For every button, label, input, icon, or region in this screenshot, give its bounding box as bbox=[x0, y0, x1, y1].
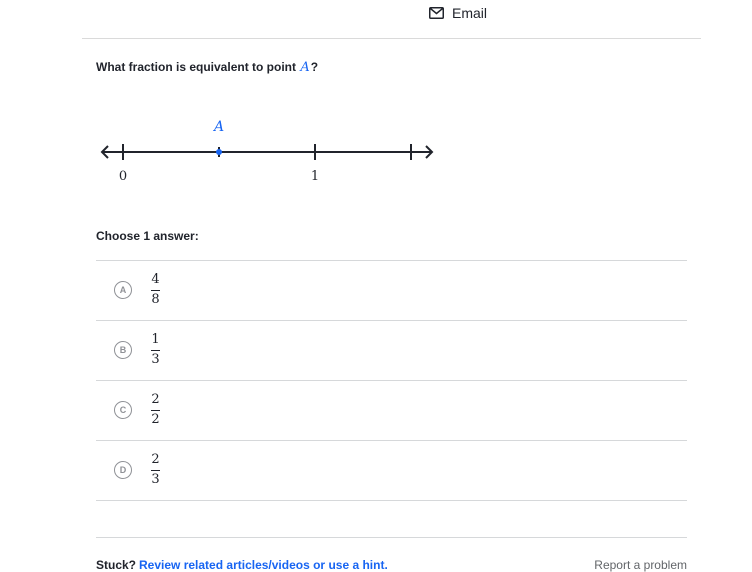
choice-letter-b: B bbox=[114, 341, 132, 359]
tick-label: 0 bbox=[119, 169, 127, 184]
envelope-icon bbox=[429, 7, 444, 19]
choice-fraction-a: 4 8 bbox=[151, 272, 160, 308]
point-a-marker bbox=[216, 149, 222, 155]
fraction-denominator: 8 bbox=[151, 292, 160, 307]
answer-choices: A 4 8 B 1 3 C 2 2 D 2 3 bbox=[96, 260, 687, 501]
choice-fraction-c: 2 2 bbox=[151, 392, 160, 428]
fraction-numerator: 4 bbox=[151, 272, 160, 287]
tick-label: 1 bbox=[311, 169, 319, 184]
choice-letter-c: C bbox=[114, 401, 132, 419]
fraction-bar bbox=[151, 410, 160, 411]
stuck-label: Stuck? bbox=[96, 558, 137, 572]
email-button[interactable]: Email bbox=[429, 3, 487, 23]
stuck-prompt: Stuck? Review related articles/videos or … bbox=[96, 558, 388, 572]
email-label: Email bbox=[452, 5, 488, 21]
choice-letter-d: D bbox=[114, 461, 132, 479]
fraction-numerator: 2 bbox=[151, 452, 160, 467]
choice-d[interactable]: D 2 3 bbox=[96, 441, 687, 501]
question-variable: A bbox=[300, 60, 310, 75]
fraction-numerator: 2 bbox=[151, 392, 160, 407]
question-suffix: ? bbox=[310, 60, 319, 74]
fraction-denominator: 3 bbox=[151, 352, 160, 367]
fraction-bar bbox=[151, 470, 160, 471]
choice-b[interactable]: B 1 3 bbox=[96, 321, 687, 381]
fraction-denominator: 3 bbox=[151, 472, 160, 487]
question-prefix: What fraction is equivalent to point bbox=[96, 60, 300, 74]
choice-fraction-d: 2 3 bbox=[151, 452, 160, 488]
choice-letter-a: A bbox=[114, 281, 132, 299]
choice-fraction-b: 1 3 bbox=[151, 332, 160, 368]
top-bar: Email bbox=[82, 0, 701, 39]
choice-a[interactable]: A 4 8 bbox=[96, 261, 687, 321]
choice-c[interactable]: C 2 2 bbox=[96, 381, 687, 441]
fraction-denominator: 2 bbox=[151, 412, 160, 427]
number-line: 0 1 A bbox=[100, 119, 434, 184]
fraction-numerator: 1 bbox=[151, 332, 160, 347]
report-problem-link[interactable]: Report a problem bbox=[594, 558, 687, 572]
point-a-label: A bbox=[212, 119, 224, 135]
footer-divider bbox=[96, 537, 687, 538]
fraction-bar bbox=[151, 350, 160, 351]
fraction-bar bbox=[151, 290, 160, 291]
hint-link[interactable]: Review related articles/videos or use a … bbox=[139, 558, 388, 572]
choose-label: Choose 1 answer: bbox=[96, 229, 199, 243]
question-text: What fraction is equivalent to point A? bbox=[96, 60, 318, 75]
